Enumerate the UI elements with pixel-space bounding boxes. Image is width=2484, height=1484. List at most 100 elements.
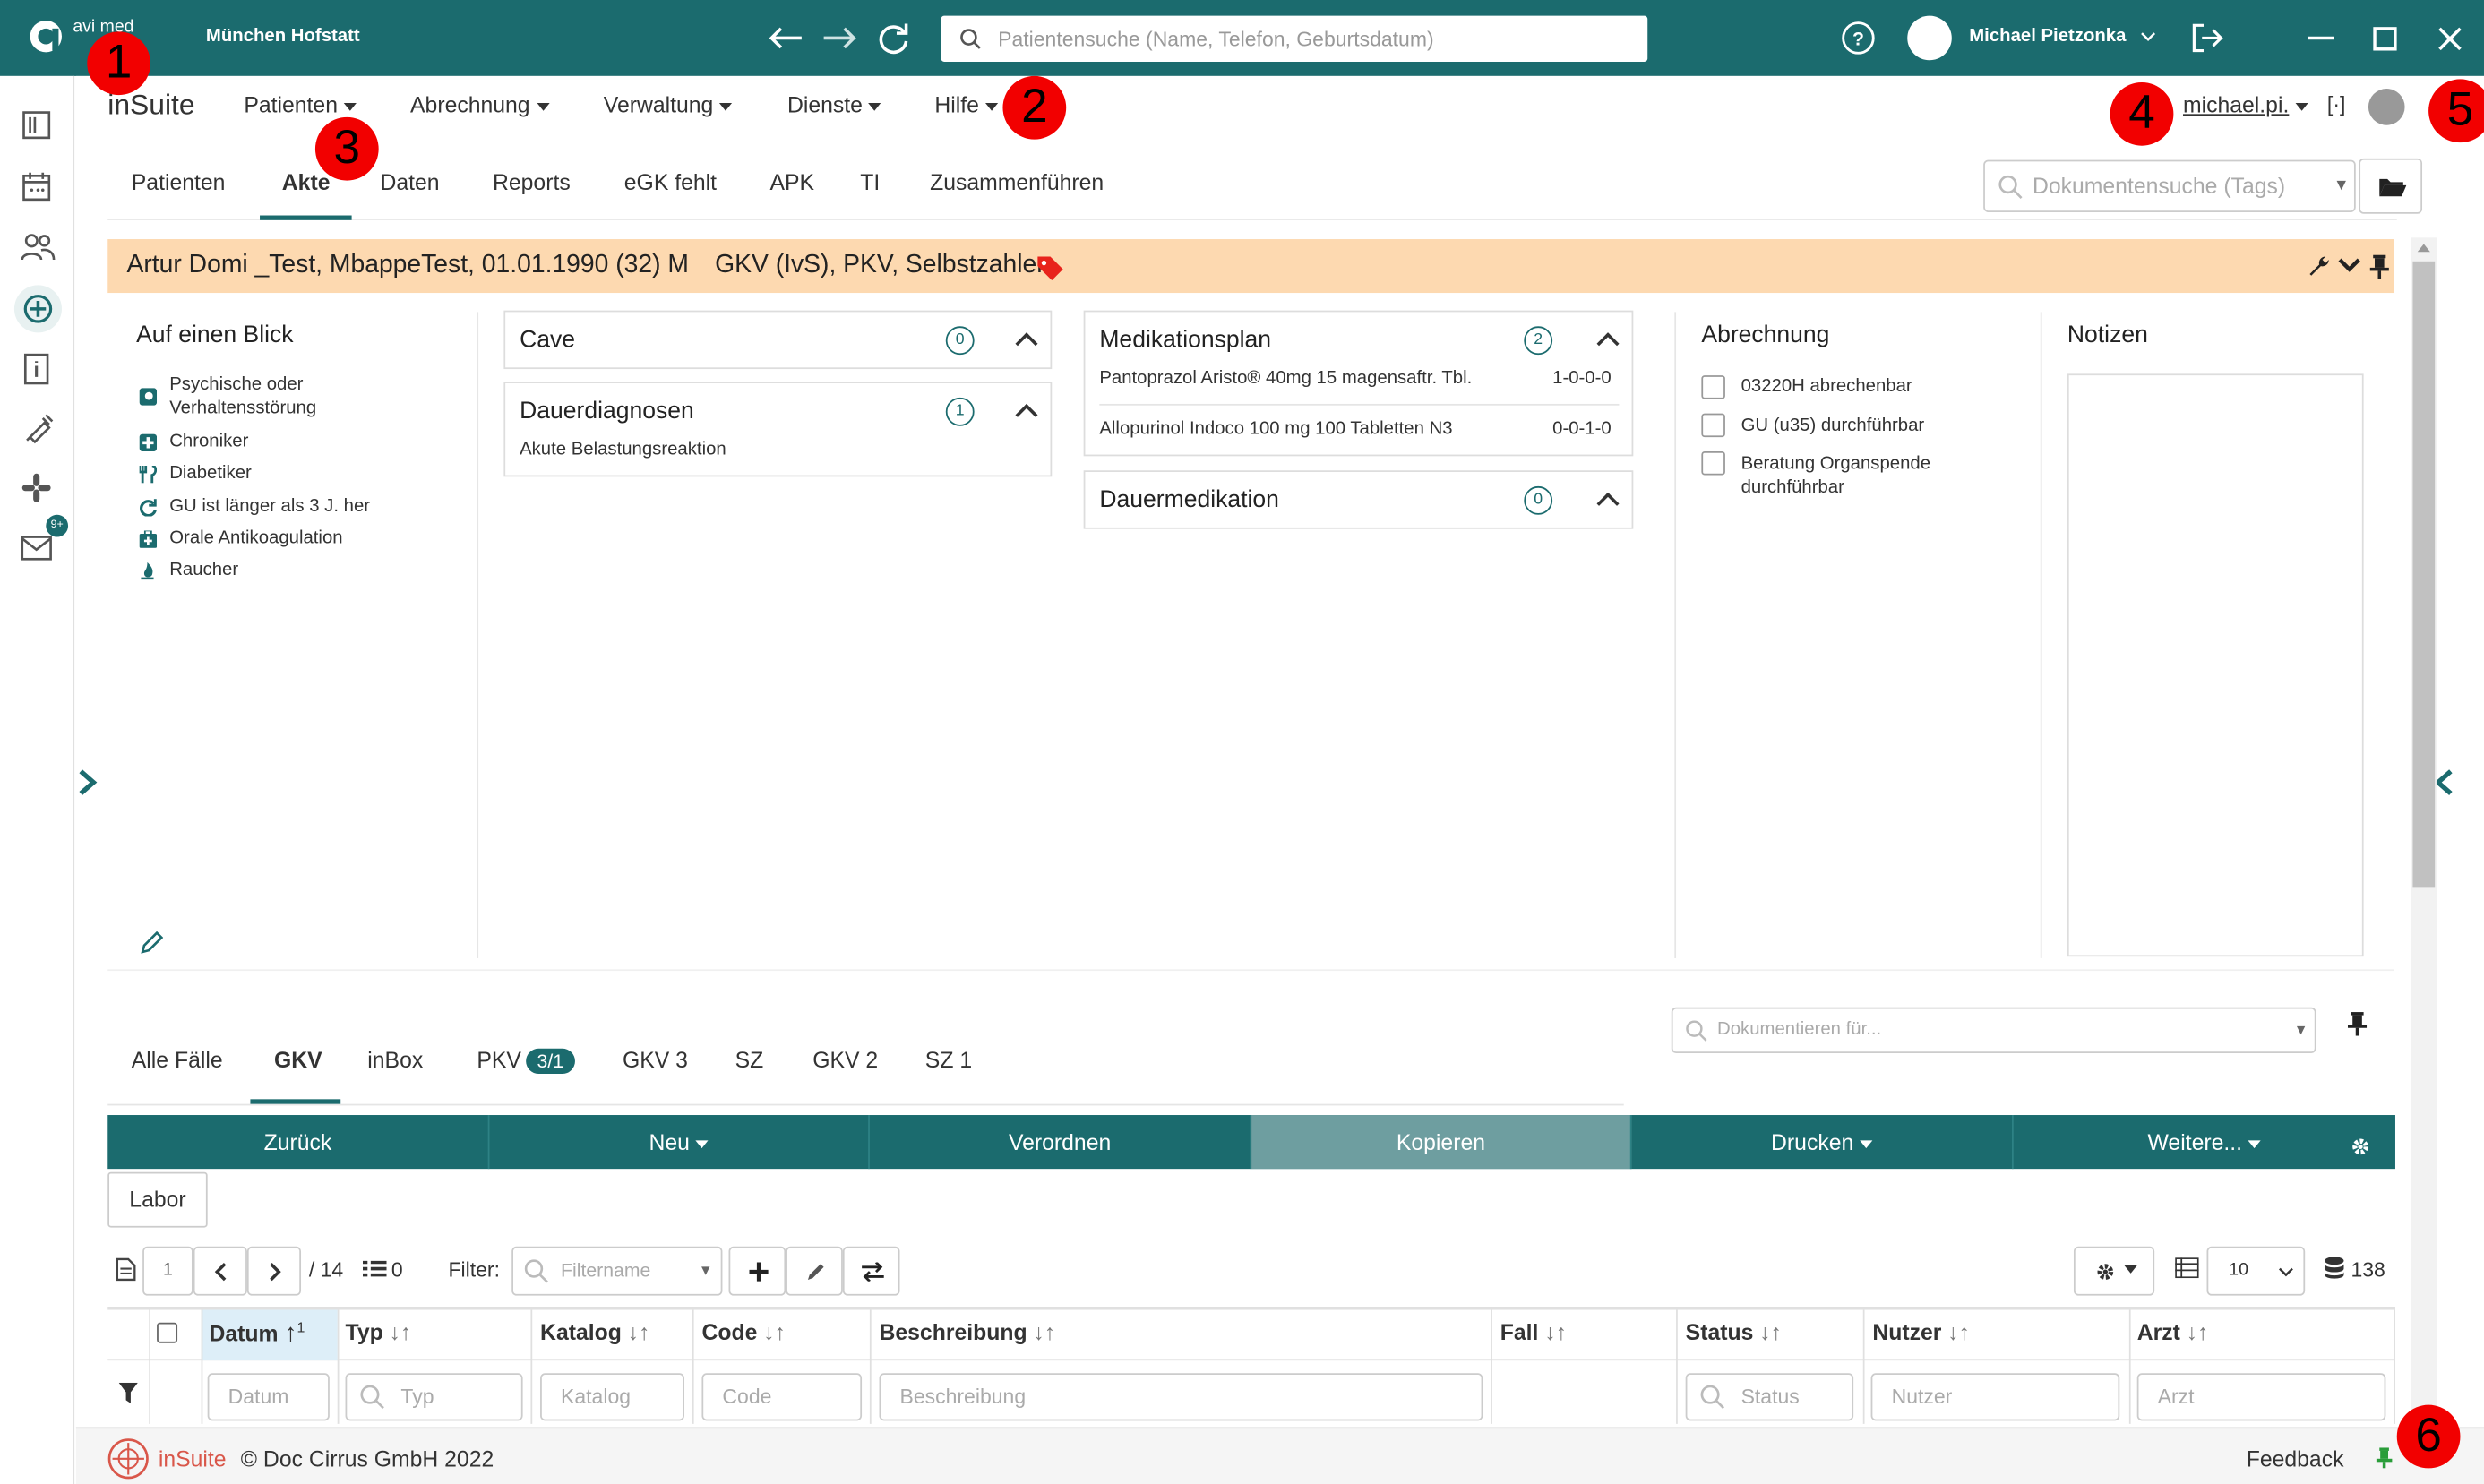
case-tab-sz[interactable]: SZ — [735, 1047, 764, 1072]
page-number-input[interactable]: 1 — [142, 1246, 193, 1296]
filter-beschreibung-input[interactable]: Beschreibung — [879, 1373, 1483, 1421]
column-header-datum[interactable]: Datum ↑1 — [209, 1319, 305, 1349]
menu-hilfe[interactable]: Hilfe — [934, 92, 999, 117]
checkbox-gu-u35[interactable] — [1701, 413, 1725, 438]
add-filter-button[interactable] — [728, 1246, 786, 1296]
column-header-status[interactable]: Status ↓↑ — [1686, 1319, 1782, 1344]
feedback-link[interactable]: Feedback — [2247, 1446, 2344, 1471]
column-header-code[interactable]: Code ↓↑ — [701, 1319, 786, 1344]
tab-daten[interactable]: Daten — [380, 169, 439, 194]
patient-search-input[interactable]: Patientensuche (Name, Telefon, Geburtsda… — [941, 15, 1648, 62]
forward-arrow-icon[interactable] — [821, 24, 858, 53]
copy-button[interactable]: Kopieren — [1251, 1115, 1632, 1170]
column-header-katalog[interactable]: Katalog ↓↑ — [540, 1319, 649, 1344]
tab-ti[interactable]: TI — [860, 169, 880, 194]
close-icon[interactable] — [2438, 27, 2463, 51]
more-button[interactable]: Weitere... — [2014, 1115, 2395, 1169]
column-header-fall[interactable]: Fall ↓↑ — [1500, 1319, 1567, 1344]
user-avatar[interactable] — [1907, 15, 1952, 61]
filter-funnel-icon[interactable] — [118, 1382, 138, 1403]
pin-icon[interactable] — [2376, 1447, 2393, 1469]
filter-typ-input[interactable]: Typ — [345, 1373, 523, 1421]
swap-filter-button[interactable] — [842, 1246, 900, 1296]
column-header-arzt[interactable]: Arzt ↓↑ — [2137, 1319, 2209, 1344]
select-all-checkbox[interactable] — [157, 1322, 178, 1343]
tab-patienten[interactable]: Patienten — [132, 169, 226, 194]
case-tab-alle[interactable]: Alle Fälle — [132, 1047, 223, 1072]
help-icon[interactable]: ? — [1841, 21, 1876, 56]
document-for-select[interactable]: Dokumentieren für... ▼ — [1671, 1007, 2316, 1054]
medication-name[interactable]: Pantoprazol Aristo® 40mg 15 magensaftr. … — [1099, 369, 1472, 388]
pin-icon[interactable] — [2347, 1010, 2368, 1036]
patients-group-icon[interactable] — [21, 231, 56, 262]
grid-settings-button[interactable] — [2073, 1246, 2155, 1296]
print-button[interactable]: Drucken — [1632, 1115, 2014, 1170]
filter-datum-input[interactable]: Datum — [207, 1373, 330, 1421]
filter-code-input[interactable]: Code — [701, 1373, 863, 1421]
diagnosis-item[interactable]: Akute Belastungsreaktion — [520, 441, 726, 459]
filter-arzt-input[interactable]: Arzt — [2136, 1373, 2386, 1421]
user-name[interactable]: Michael Pietzonka — [1969, 27, 2126, 46]
prev-page-button[interactable] — [193, 1246, 247, 1296]
collapse-chevron-up-icon[interactable] — [1596, 332, 1620, 356]
scrollbar-thumb[interactable] — [2412, 261, 2436, 888]
tab-egk-fehlt[interactable]: eGK fehlt — [624, 169, 717, 194]
labor-button[interactable]: Labor — [107, 1171, 208, 1228]
user-profile-avatar[interactable] — [2368, 89, 2405, 125]
gear-icon[interactable] — [2351, 1137, 2369, 1156]
checkbox-03220h[interactable] — [1701, 375, 1725, 399]
wrench-icon[interactable] — [2307, 253, 2332, 279]
filter-katalog-input[interactable]: Katalog — [540, 1373, 684, 1421]
back-button[interactable]: Zurück — [107, 1115, 490, 1170]
user-chevron-down-icon[interactable] — [2140, 30, 2156, 43]
collapse-chevron-up-icon[interactable] — [1015, 332, 1038, 356]
filter-name-select[interactable]: Filtername ▼ — [511, 1246, 723, 1296]
pin-icon[interactable] — [2369, 253, 2389, 279]
expand-right-chevron-icon[interactable] — [2433, 768, 2455, 797]
open-folder-button[interactable] — [2359, 158, 2423, 214]
edit-pencil-icon[interactable] — [140, 931, 164, 956]
chevron-down-icon[interactable] — [2338, 258, 2360, 274]
tab-akte[interactable]: Akte — [282, 169, 331, 194]
column-header-typ[interactable]: Typ ↓↑ — [346, 1319, 412, 1344]
column-header-beschreibung[interactable]: Beschreibung ↓↑ — [880, 1319, 1056, 1344]
tab-zusammenfuehren[interactable]: Zusammenführen — [930, 169, 1104, 194]
back-arrow-icon[interactable] — [767, 24, 804, 53]
case-tab-inbox[interactable]: inBox — [367, 1047, 423, 1072]
edit-filter-button[interactable] — [786, 1246, 843, 1296]
menu-abrechnung[interactable]: Abrechnung — [410, 92, 549, 117]
tab-reports[interactable]: Reports — [493, 169, 571, 194]
tab-apk[interactable]: APK — [769, 169, 814, 194]
page-size-select[interactable]: 10 — [2206, 1246, 2306, 1296]
checkbox-organspende[interactable] — [1701, 451, 1725, 476]
menu-dienste[interactable]: Dienste — [787, 92, 882, 117]
case-tab-sz1[interactable]: SZ 1 — [925, 1047, 972, 1072]
slack-icon[interactable] — [21, 472, 52, 503]
maximize-icon[interactable] — [2373, 27, 2397, 51]
case-tab-gkv[interactable]: GKV — [274, 1047, 322, 1072]
medical-record-icon[interactable] — [13, 285, 62, 333]
mail-icon[interactable] — [21, 536, 52, 561]
case-tab-pkv[interactable]: PKV 3/1 — [477, 1047, 575, 1075]
expand-left-chevron-icon[interactable] — [76, 768, 99, 797]
prescribe-button[interactable]: Verordnen — [870, 1115, 1252, 1170]
menu-verwaltung[interactable]: Verwaltung — [604, 92, 733, 117]
scroll-up-arrow-icon[interactable] — [2417, 244, 2430, 253]
logout-icon[interactable] — [2189, 22, 2224, 54]
case-tab-gkv3[interactable]: GKV 3 — [623, 1047, 688, 1072]
refresh-icon[interactable] — [876, 21, 911, 56]
document-search-input[interactable]: Dokumentensuche (Tags) ▼ — [1983, 159, 2356, 212]
info-document-icon[interactable] — [21, 352, 52, 387]
next-page-button[interactable] — [246, 1246, 302, 1296]
case-tab-gkv2[interactable]: GKV 2 — [812, 1047, 878, 1072]
new-button[interactable]: Neu — [489, 1115, 870, 1170]
user-menu[interactable]: michael.pi. — [2183, 92, 2308, 117]
tag-icon[interactable] — [1036, 255, 1065, 281]
column-header-nutzer[interactable]: Nutzer ↓↑ — [1872, 1319, 1970, 1344]
filter-nutzer-input[interactable]: Nutzer — [1870, 1373, 2120, 1421]
collapse-chevron-up-icon[interactable] — [1596, 492, 1620, 515]
menu-patienten[interactable]: Patienten — [244, 92, 357, 117]
notes-textarea[interactable] — [2067, 373, 2364, 957]
medication-name[interactable]: Allopurinol Indoco 100 mg 100 Tabletten … — [1099, 420, 1452, 439]
calendar-icon[interactable] — [21, 171, 52, 202]
